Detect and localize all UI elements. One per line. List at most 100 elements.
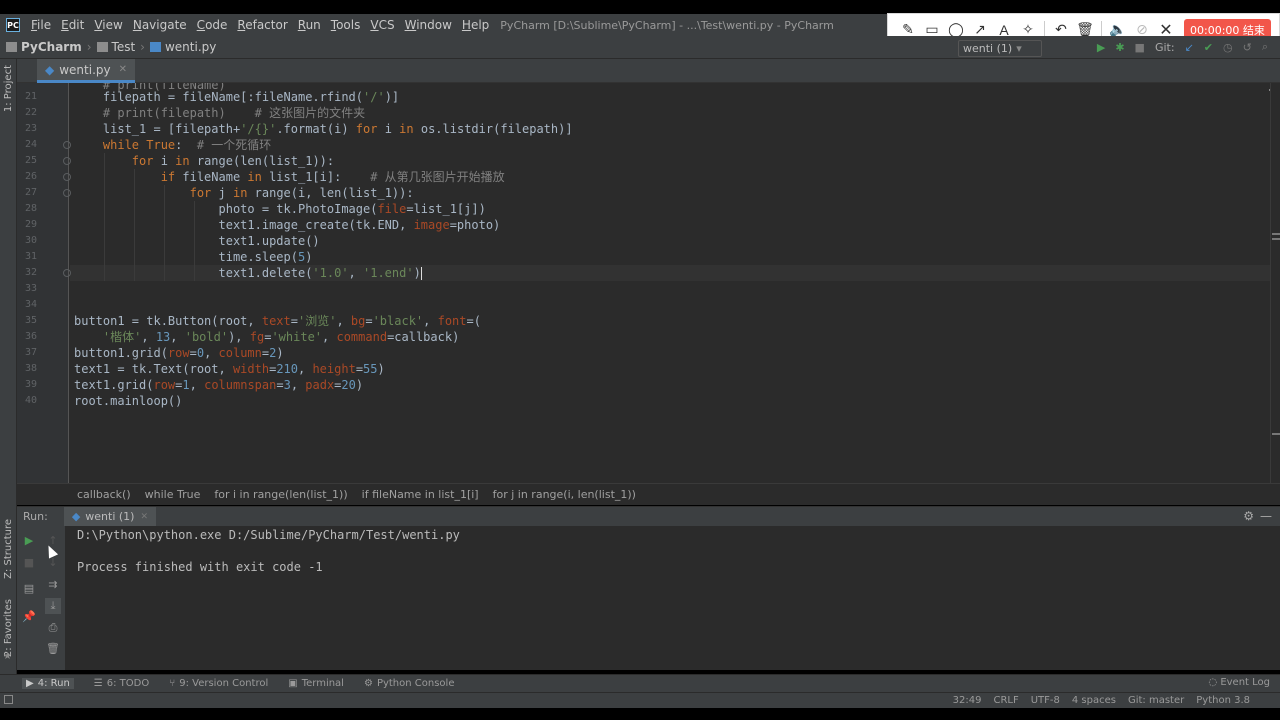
trash-icon[interactable]: 🗑 <box>45 640 61 656</box>
menu-label-rest: efactor <box>245 18 288 32</box>
run-icon[interactable]: ▶ <box>1097 41 1105 54</box>
scroll-marker <box>1272 238 1280 240</box>
editor-breadcrumb-item[interactable]: for j in range(i, len(list_1)) <box>493 488 636 501</box>
event-log-label: Event Log <box>1220 677 1270 688</box>
fold-marker-icon[interactable] <box>63 157 71 165</box>
run-tab-wenti[interactable]: ◆ wenti (1) ✕ <box>63 506 157 527</box>
python-file-icon <box>149 42 161 52</box>
gear-icon[interactable]: ⚙ <box>1243 509 1254 523</box>
revert-icon[interactable]: ↺ <box>1243 41 1252 54</box>
editor-scrollbar[interactable] <box>1270 83 1280 483</box>
line-number: 31 <box>24 251 37 262</box>
pin-icon[interactable]: 📌 <box>21 608 37 624</box>
run-configuration-select[interactable]: wenti (1) ▾ <box>958 40 1042 57</box>
python-file-icon: ◆ <box>71 510 81 523</box>
menu-item[interactable]: Run <box>293 18 326 32</box>
status-item[interactable]: UTF-8 <box>1031 695 1060 706</box>
structure-tool-button[interactable]: Z: Structure <box>3 519 14 579</box>
favorites-tool-button[interactable]: 2: Favorites <box>3 599 14 657</box>
bottom-tab-terminal[interactable]: ▣ Terminal <box>288 678 344 689</box>
status-item[interactable]: 4 spaces <box>1072 695 1116 706</box>
fold-marker-icon[interactable] <box>63 189 71 197</box>
editor-breadcrumb-item[interactable]: for i in range(len(list_1)) <box>214 488 347 501</box>
editor-breadcrumb-item[interactable]: callback() <box>77 488 131 501</box>
menu-item[interactable]: Navigate <box>128 18 192 32</box>
history-icon[interactable]: ◷ <box>1223 41 1233 54</box>
fold-marker-icon[interactable] <box>63 173 71 181</box>
line-number: 27 <box>24 187 37 198</box>
layout-icon[interactable]: ▤ <box>21 580 37 596</box>
bottom-tab-4-run[interactable]: ▶ 4: Run <box>22 678 74 689</box>
menu-mnemonic: W <box>404 18 417 32</box>
code-line: text1.delete('1.0', '1.end') <box>218 266 422 280</box>
line-number: 32 <box>24 267 37 278</box>
editor-breadcrumb-item[interactable]: while True <box>145 488 201 501</box>
code-line: button1 = tk.Button(root, text='浏览', bg=… <box>74 314 481 328</box>
bottom-tab-label: 4: Run <box>37 678 70 689</box>
debug-icon[interactable]: ✱ <box>1115 41 1124 54</box>
status-item[interactable]: CRLF <box>993 695 1018 706</box>
status-bar: 32:49 CRLF UTF-8 4 spaces Git: master Python … <box>0 692 1280 708</box>
stop-icon[interactable]: ■ <box>21 554 37 570</box>
run-config-label: wenti (1) <box>963 42 1013 55</box>
soft-wrap-icon[interactable]: ⇉ <box>45 576 61 592</box>
nav-file-label: wenti.py <box>164 40 217 54</box>
menu-item[interactable]: Refactor <box>232 18 292 32</box>
line-number: 33 <box>24 283 37 294</box>
left-tool-window-strip: 1: Project Z: Structure 2: Favorites ★ <box>0 59 17 690</box>
event-log-button[interactable]: ◌ Event Log <box>1208 677 1270 688</box>
menu-mnemonic: N <box>132 18 142 32</box>
tool-tab-icon: ▶ <box>26 678 34 689</box>
code-line: text1.image_create(tk.END, image=photo) <box>218 218 501 232</box>
window-title: PyCharm [D:\Sublime\PyCharm] - ...\Test\… <box>500 18 834 32</box>
stop-icon[interactable]: ■ <box>1135 41 1145 54</box>
vcs-commit-icon[interactable]: ✔ <box>1204 41 1213 54</box>
code-line: while True: # 一个死循环 <box>102 138 272 152</box>
status-item[interactable]: Git: master <box>1128 695 1184 706</box>
line-number: 29 <box>24 219 37 230</box>
status-item[interactable]: 32:49 <box>953 695 982 706</box>
print-icon[interactable]: ⎙ <box>45 620 61 636</box>
menu-item[interactable]: Edit <box>56 18 89 32</box>
scroll-to-end-icon[interactable]: ⤓ <box>45 598 61 614</box>
run-console-output[interactable]: D:\Python\python.exe D:/Sublime/PyCharm/… <box>65 526 1280 670</box>
menu-item[interactable]: Code <box>192 18 233 32</box>
screen-bottom-border <box>0 708 1280 720</box>
tool-windows-toggle-icon[interactable] <box>4 695 13 704</box>
nav-separator: › <box>140 40 145 54</box>
project-tool-button[interactable]: 1: Project <box>3 65 14 112</box>
bottom-tab-6-todo[interactable]: ☰ 6: TODO <box>94 678 149 689</box>
code-editor[interactable]: 21 22 23 24 25 26 27 28 29 30 31 32 33 34 35 36 37 38 39 40… <box>17 83 1270 483</box>
nav-project[interactable]: PyCharm <box>6 40 82 54</box>
menu-item[interactable]: View <box>89 18 127 32</box>
bottom-tool-tabs: ▶ 4: Run ☰ 6: TODO ⑂ 9: Version Control ▣ Termi… <box>0 674 1280 692</box>
search-icon[interactable]: ⌕ <box>1262 40 1268 54</box>
run-tab-label: wenti (1) <box>85 510 135 523</box>
fold-marker-icon[interactable] <box>63 269 71 277</box>
rerun-icon[interactable]: ▶ <box>21 532 37 548</box>
code-line: button1.grid(row=0, column=2) <box>74 346 284 360</box>
vcs-update-icon[interactable]: ↙ <box>1185 41 1194 54</box>
menu-item[interactable]: File <box>26 18 56 32</box>
menu-mnemonic: R <box>297 18 306 32</box>
nav-folder[interactable]: Test <box>96 40 136 54</box>
close-icon[interactable]: ✕ <box>119 64 127 75</box>
menu-item[interactable]: Help <box>457 18 494 32</box>
line-number: 23 <box>24 123 37 134</box>
line-number: 25 <box>24 155 37 166</box>
fold-marker-icon[interactable] <box>63 141 71 149</box>
close-icon[interactable]: ✕ <box>140 512 148 522</box>
nav-folder-label: Test <box>111 40 136 54</box>
status-item[interactable]: Python 3.8 <box>1196 695 1250 706</box>
menu-item[interactable]: Window <box>400 18 457 32</box>
nav-file[interactable]: wenti.py <box>149 40 217 54</box>
editor-tab-wenti[interactable]: ◆ wenti.py ✕ <box>37 59 135 83</box>
bottom-tab-9-version-control[interactable]: ⑂ 9: Version Control <box>169 678 268 689</box>
menu-item[interactable]: VCS <box>365 18 399 32</box>
code-line: '楷体', 13, 'bold'), fg='white', command=c… <box>102 330 460 344</box>
pycharm-app-icon[interactable]: PC <box>6 18 20 32</box>
menu-item[interactable]: Tools <box>326 18 366 32</box>
minimize-icon[interactable]: — <box>1260 509 1272 523</box>
bottom-tab-python-console[interactable]: ⚙ Python Console <box>364 678 455 689</box>
editor-breadcrumb-item[interactable]: if fileName in list_1[i] <box>362 488 479 501</box>
